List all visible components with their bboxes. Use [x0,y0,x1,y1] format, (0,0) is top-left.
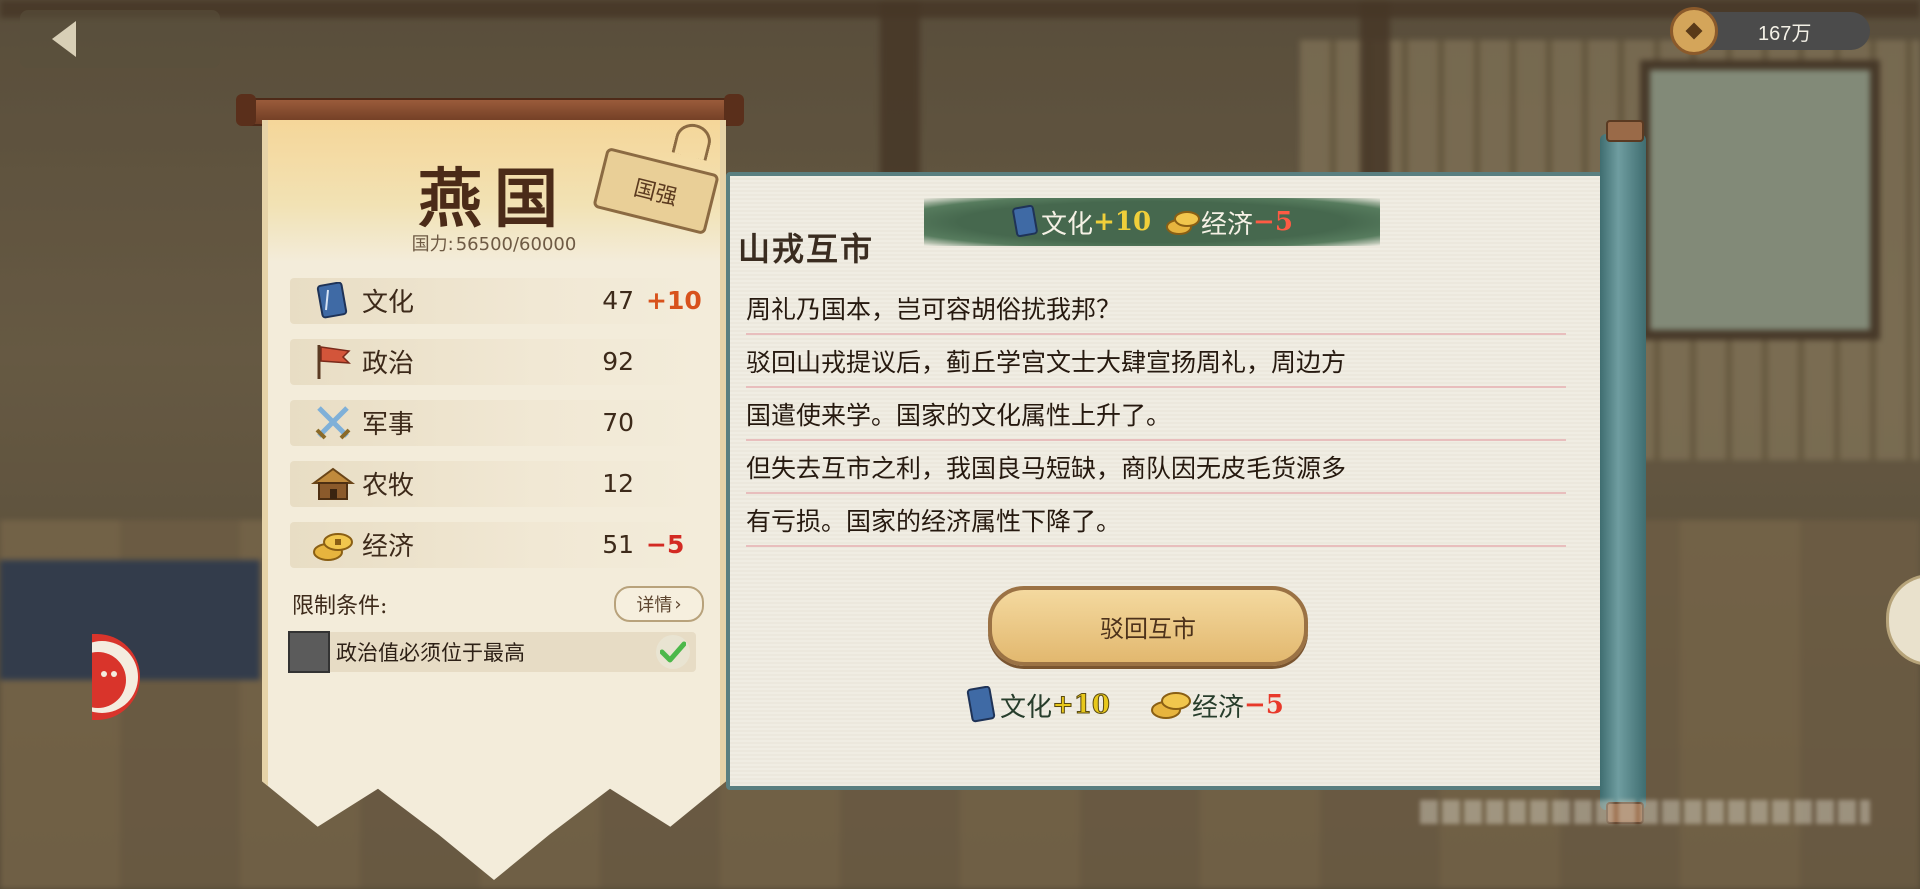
details-label: 详情 [636,595,673,616]
event-line: 周礼乃国本，岂可容胡俗扰我邦？ [746,282,1566,335]
condition-text: 政治值必须位于最高 [336,641,525,665]
choice-effect-culture: 文化 +10 [966,686,1110,724]
back-button[interactable] [20,10,220,68]
back-arrow-icon [52,21,76,57]
attribute-value: 47 [602,286,634,315]
event-title: 山戎互市 [738,230,875,268]
effect-value: +10 [1052,690,1111,721]
restriction-condition: 政治值必须位于最高 [288,631,696,673]
book-icon [1012,205,1038,238]
gold-coins-icon [1166,211,1201,235]
gold-coins-icon [310,525,356,565]
event-line: 驳回山戎提议后，蓟丘学宫文士大肆宣扬周礼，周边方 [746,335,1566,388]
background-blurred-text [1420,800,1870,824]
attribute-name: 军事 [362,410,415,440]
currency-display: 167万 [1670,7,1870,55]
chevron-right-icon: › [674,593,682,615]
attribute-list: 文化 47 +10 政治 92 军事 70 农牧 12 经济 51 −5 [290,270,710,575]
flag-icon [310,342,356,382]
red-mascot-icon [92,641,138,713]
effect-label: 文化 [1000,692,1053,723]
checkmark-icon [656,635,690,669]
effect-label: 经济 [1201,209,1254,240]
crossed-swords-icon [310,403,356,443]
effect-value: −5 [1244,690,1284,720]
attribute-row-economy: 经济 51 −5 [290,514,710,575]
attribute-value: 70 [602,408,634,437]
choice-effect-economy: 经济 −5 [1150,686,1284,724]
choice-effects: 文化 +10 经济 −5 [966,686,1284,724]
attribute-row-agriculture: 农牧 12 [290,453,710,514]
event-effects-banner: 文化 +10 经济 −5 [924,198,1380,246]
details-button[interactable]: 详情 › [614,586,704,622]
event-line: 但失去互市之利，我国良马短缺，商队因无皮毛货源多 [746,441,1566,494]
copper-coin-icon [1670,7,1718,55]
effect-economy: 经济 −5 [1165,204,1293,241]
reject-trade-button[interactable]: 驳回互市 [988,586,1308,666]
attribute-name: 政治 [362,349,415,379]
gold-coins-icon [1150,692,1191,719]
restriction-section: 限制条件: 详情 › 政治值必须位于最高 [288,586,704,673]
attribute-row-politics: 政治 92 [290,331,710,392]
attribute-name: 经济 [362,532,415,562]
anvil-icon [288,631,330,673]
attribute-value: 51 [602,530,634,559]
side-event-icon[interactable] [92,634,140,720]
national-power-value: 56500/60000 [455,234,577,255]
attribute-delta: −5 [646,530,685,559]
scroll-rod [1600,120,1646,824]
effect-value: +10 [1093,207,1152,237]
attribute-value: 92 [602,347,634,376]
effect-culture: 文化 +10 [1011,204,1151,241]
farmhouse-icon [310,464,356,504]
event-line: 有亏损。国家的经济属性下降了。 [746,494,1566,547]
attribute-name: 文化 [362,288,415,318]
attribute-value: 12 [602,469,634,498]
effect-label: 经济 [1191,692,1244,723]
book-icon [310,281,356,321]
attribute-delta: +10 [646,286,702,315]
attribute-row-military: 军事 70 [290,392,710,453]
effect-label: 文化 [1041,209,1094,240]
book-icon [966,686,996,723]
event-line: 国遣使来学。国家的文化属性上升了。 [746,388,1566,441]
effect-value: −5 [1253,207,1293,237]
national-power-label: 国力: [411,234,454,255]
event-description: 周礼乃国本，岂可容胡俗扰我邦？ 驳回山戎提议后，蓟丘学宫文士大肆宣扬周礼，周边方… [746,282,1566,547]
national-power: 国力: 56500/60000 [268,230,720,256]
attribute-row-culture: 文化 47 +10 [290,270,710,331]
attribute-name: 农牧 [362,471,415,501]
currency-amount: 167万 [1758,22,1812,45]
